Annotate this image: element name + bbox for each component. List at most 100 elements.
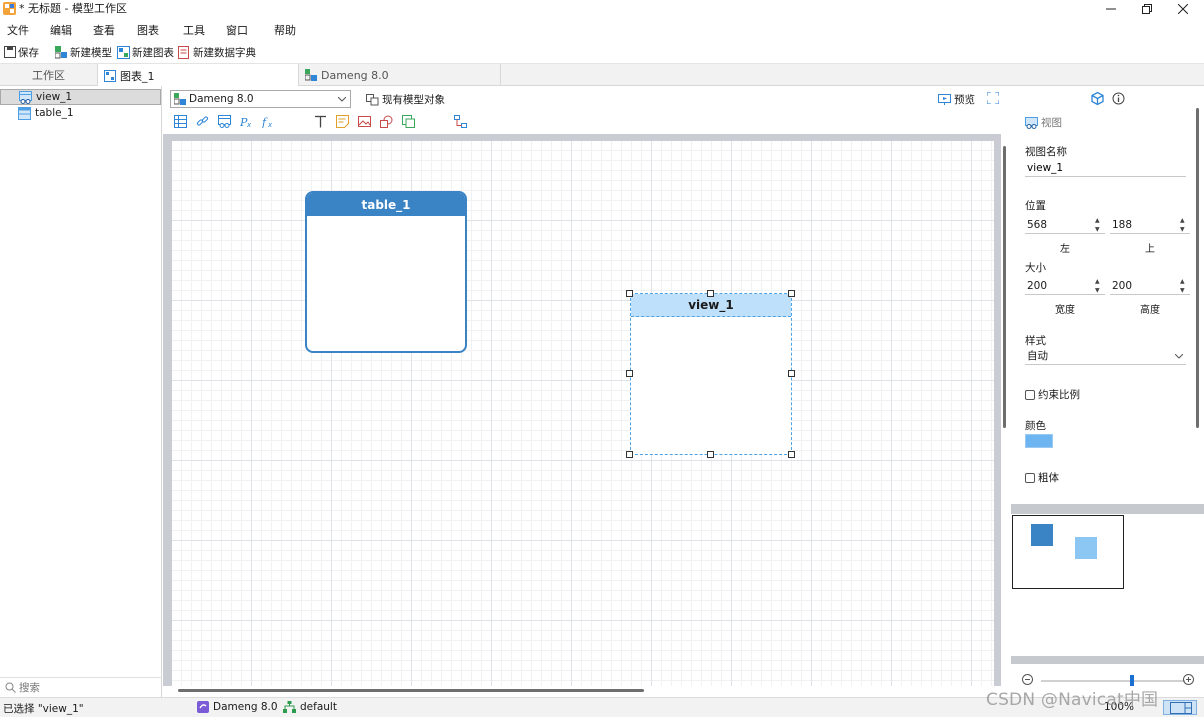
new-relation-tool[interactable]: [191, 112, 213, 130]
maximize-button[interactable]: [1130, 0, 1164, 18]
overview-viewport-frame[interactable]: [1012, 515, 1124, 589]
procedure-icon: Px: [240, 116, 252, 128]
view-icon: [1025, 116, 1038, 129]
schema-status-label: default: [300, 701, 337, 713]
shape-tool[interactable]: [375, 112, 397, 130]
properties-tab[interactable]: [1091, 91, 1104, 108]
text-tool[interactable]: [309, 112, 331, 130]
resize-handle-e[interactable]: [788, 370, 795, 377]
new-function-tool[interactable]: fx: [257, 112, 279, 130]
new-procedure-tool[interactable]: Px: [235, 112, 257, 130]
height-stepper[interactable]: 200 ▲ ▼: [1110, 277, 1190, 295]
checkbox-box[interactable]: [1025, 472, 1035, 483]
link-icon: [196, 115, 208, 126]
canvas-vertical-scrollbar[interactable]: [1001, 134, 1011, 686]
function-icon: fx: [262, 116, 273, 128]
stepper-arrows-icon[interactable]: ▲ ▼: [1095, 278, 1103, 294]
resize-handle-sw[interactable]: [626, 451, 633, 458]
tab-bar: 工作区 图表_1 Dameng 8.0: [0, 64, 1204, 87]
new-dictionary-button[interactable]: 新建数据字典: [178, 43, 256, 61]
stepper-arrows-icon[interactable]: ▲ ▼: [1180, 217, 1188, 233]
resize-handle-n[interactable]: [707, 290, 714, 297]
position-left-stepper[interactable]: 568 ▲ ▼: [1025, 216, 1105, 234]
new-view-tool[interactable]: [213, 112, 235, 130]
position-top-stepper[interactable]: 188 ▲ ▼: [1110, 216, 1190, 234]
table-entity[interactable]: table_1: [305, 191, 467, 353]
new-diagram-icon: [117, 45, 130, 59]
svg-text:x: x: [267, 121, 273, 128]
diagram-overview[interactable]: [1011, 504, 1204, 664]
auto-layout-tool[interactable]: [449, 112, 471, 130]
tree-item-view-1-label: view_1: [36, 91, 73, 103]
new-table-tool[interactable]: [169, 112, 191, 130]
tree-item-table-1[interactable]: table_1: [0, 105, 161, 121]
menu-file[interactable]: 文件: [7, 22, 29, 38]
new-model-icon: [55, 45, 67, 58]
db-select[interactable]: Dameng 8.0: [170, 90, 351, 108]
preview-button[interactable]: 预览: [938, 92, 975, 107]
close-button[interactable]: [1166, 0, 1200, 18]
fullscreen-button[interactable]: [986, 91, 1000, 107]
width-stepper[interactable]: 200 ▲ ▼: [1025, 277, 1105, 295]
existing-objects-button[interactable]: 现有模型对象: [366, 92, 445, 107]
checkbox-box[interactable]: [1025, 389, 1035, 400]
search-icon: [5, 682, 16, 693]
diagram-canvas[interactable]: table_1 view_1: [172, 141, 994, 686]
view-name-input[interactable]: [1025, 159, 1186, 177]
vertical-scroll-thumb[interactable]: [1003, 146, 1006, 428]
size-label: 大小: [1025, 262, 1046, 274]
annotation-tools-group: [309, 112, 419, 130]
zoom-slider-track[interactable]: [1041, 680, 1185, 682]
close-icon: [1178, 4, 1188, 14]
fullscreen-icon: [986, 91, 1000, 105]
stepper-arrows-icon[interactable]: ▲ ▼: [1095, 217, 1103, 233]
menu-tools[interactable]: 工具: [183, 22, 205, 38]
resize-handle-se[interactable]: [788, 451, 795, 458]
color-swatch[interactable]: [1025, 434, 1053, 448]
properties-panel: 视图 视图名称 位置 568 ▲▼ 188 ▲▼ 左 上 大小 200 ▲▼ 2…: [1011, 86, 1204, 506]
new-diagram-button[interactable]: 新建图表: [117, 43, 174, 61]
new-model-button[interactable]: 新建模型: [55, 43, 112, 61]
resize-handle-w[interactable]: [626, 370, 633, 377]
panel-layout-icon: [1170, 702, 1192, 714]
top-sublabel: 上: [1145, 244, 1155, 255]
diagram-canvas-area: table_1 view_1: [163, 134, 1001, 686]
table-icon: [18, 106, 31, 120]
properties-scroll-thumb[interactable]: [1196, 108, 1199, 428]
layout-toggle-button[interactable]: [1163, 700, 1197, 715]
tab-diagram-1[interactable]: 图表_1: [98, 64, 299, 87]
insert-tools-group: Px fx: [169, 112, 279, 130]
menu-diagram[interactable]: 图表: [137, 22, 159, 38]
minimize-button[interactable]: [1094, 0, 1128, 18]
style-select[interactable]: 自动: [1025, 347, 1186, 365]
horizontal-scroll-thumb[interactable]: [178, 689, 644, 692]
save-button[interactable]: 保存: [4, 43, 39, 61]
zoom-in-button[interactable]: [1183, 674, 1194, 688]
bold-checkbox[interactable]: 粗体: [1025, 470, 1059, 485]
auto-layout-icon: [453, 114, 467, 128]
menu-window[interactable]: 窗口: [226, 22, 248, 38]
search-input[interactable]: [19, 681, 149, 694]
new-model-label: 新建模型: [70, 46, 112, 59]
new-diagram-label: 新建图表: [132, 46, 174, 59]
image-tool[interactable]: [353, 112, 375, 130]
canvas-horizontal-scrollbar[interactable]: [163, 686, 1001, 697]
view-entity[interactable]: view_1: [630, 293, 792, 455]
stepper-arrows-icon[interactable]: ▲ ▼: [1180, 278, 1188, 294]
tab-workspace[interactable]: 工作区: [0, 64, 98, 86]
existing-objects-label: 现有模型对象: [382, 94, 445, 106]
constrain-ratio-checkbox[interactable]: 约束比例: [1025, 387, 1080, 402]
menu-view[interactable]: 查看: [93, 22, 115, 38]
info-tab[interactable]: [1112, 92, 1125, 108]
menu-help[interactable]: 帮助: [274, 22, 296, 38]
tab-model-dameng[interactable]: Dameng 8.0: [299, 64, 501, 86]
resize-handle-nw[interactable]: [626, 290, 633, 297]
layer-tool[interactable]: [397, 112, 419, 130]
note-tool[interactable]: [331, 112, 353, 130]
tree-item-view-1[interactable]: view_1: [0, 89, 161, 105]
main-toolbar: 保存 新建模型 新建图表 新建数据字典: [0, 40, 1204, 64]
resize-handle-ne[interactable]: [788, 290, 795, 297]
constrain-ratio-label: 约束比例: [1038, 389, 1080, 401]
resize-handle-s[interactable]: [707, 451, 714, 458]
menu-edit[interactable]: 编辑: [50, 22, 72, 38]
